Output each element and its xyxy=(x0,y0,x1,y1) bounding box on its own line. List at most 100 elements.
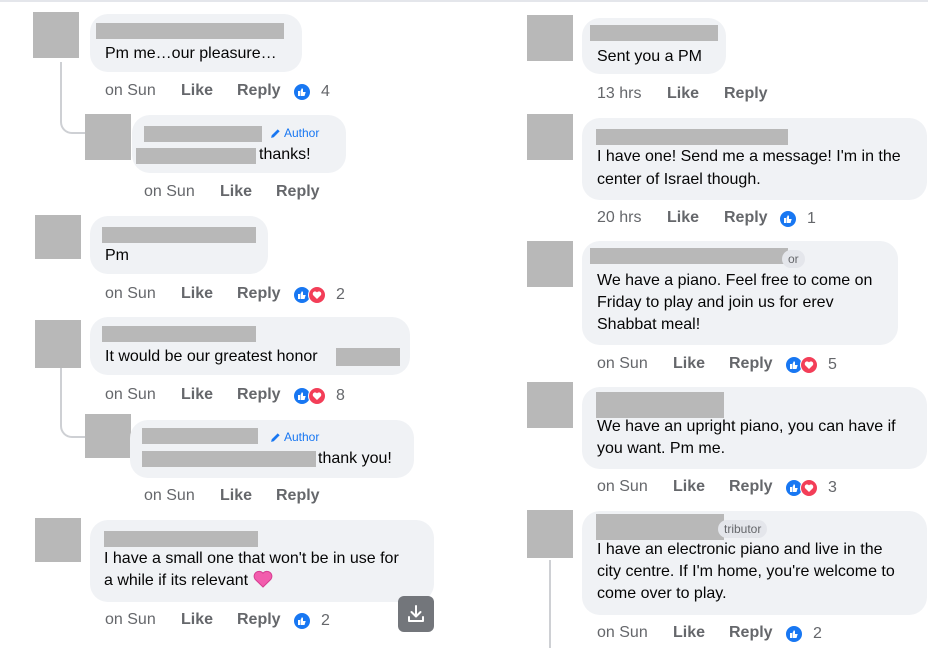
like-button[interactable]: Like xyxy=(673,622,705,644)
pencil-icon xyxy=(271,433,280,442)
author-badge: Author xyxy=(270,428,340,446)
like-button[interactable]: Like xyxy=(181,384,213,406)
reply-button[interactable]: Reply xyxy=(237,283,281,305)
comment-bubble: It would be our greatest honor xyxy=(90,317,410,375)
redacted-author-name[interactable] xyxy=(96,23,284,39)
avatar[interactable] xyxy=(35,215,81,259)
comment-text-line: We have an upright piano, you can have i… xyxy=(597,418,896,435)
thread-line xyxy=(549,560,551,648)
like-button[interactable]: Like xyxy=(667,207,699,229)
comment-text: Sent you a PM xyxy=(597,48,702,65)
comment-time[interactable]: on Sun xyxy=(597,622,648,644)
thread-line xyxy=(60,368,88,438)
like-button[interactable]: Like xyxy=(181,80,213,102)
top-divider xyxy=(0,0,928,2)
avatar[interactable] xyxy=(35,320,81,368)
author-badge: Author xyxy=(270,124,340,142)
redacted-author-name[interactable] xyxy=(142,428,258,444)
redacted-author-name[interactable] xyxy=(590,25,718,41)
comment-bubble: I have a small one that won't be in use … xyxy=(90,520,434,602)
heart-icon xyxy=(800,356,818,374)
reply-button[interactable]: Reply xyxy=(237,609,281,631)
comment-actions: on Sun Like Reply xyxy=(144,485,344,507)
like-button[interactable]: Like xyxy=(220,485,252,507)
reply-button[interactable]: Reply xyxy=(276,485,320,507)
reaction-count: 3 xyxy=(828,479,837,496)
reply-button[interactable]: Reply xyxy=(724,83,768,105)
comment-time[interactable]: 20 hrs xyxy=(597,207,641,229)
avatar[interactable] xyxy=(33,12,79,58)
reaction-count: 8 xyxy=(336,387,345,404)
comment-time[interactable]: on Sun xyxy=(105,384,156,406)
redacted-mention[interactable] xyxy=(142,451,316,467)
like-button[interactable]: Like xyxy=(181,609,213,631)
thumbs-up-icon xyxy=(779,210,797,228)
comment-time[interactable]: 13 hrs xyxy=(597,83,641,105)
comment-text-line: city centre. If I'm home, you're welcome… xyxy=(597,563,895,580)
comment-time[interactable]: on Sun xyxy=(597,476,648,498)
reply-button[interactable]: Reply xyxy=(729,353,773,375)
comment-time[interactable]: on Sun xyxy=(105,609,156,631)
reaction-count: 2 xyxy=(813,625,822,642)
redacted-author-name[interactable] xyxy=(590,248,788,264)
like-button[interactable]: Like xyxy=(181,283,213,305)
avatar[interactable] xyxy=(527,241,573,287)
comment-actions: on Sun Like Reply 3 xyxy=(597,476,857,498)
redacted-author-name[interactable] xyxy=(104,531,258,547)
avatar[interactable] xyxy=(527,510,573,558)
comment-actions: on Sun Like Reply 4 xyxy=(105,80,345,102)
redacted-author-name[interactable] xyxy=(596,129,788,145)
comment-text-line: I have one! Send me a message! I'm in th… xyxy=(597,148,901,165)
reply-button[interactable]: Reply xyxy=(729,622,773,644)
comment-text-line: come over to play. xyxy=(597,585,727,602)
avatar[interactable] xyxy=(527,15,573,61)
avatar[interactable] xyxy=(35,518,81,562)
reply-button[interactable]: Reply xyxy=(724,207,768,229)
comment-time[interactable]: on Sun xyxy=(144,485,195,507)
comment-text: Pm xyxy=(105,247,129,264)
comment-bubble: Pm xyxy=(90,216,268,274)
like-button[interactable]: Like xyxy=(673,476,705,498)
download-button[interactable] xyxy=(398,596,434,632)
comment-time[interactable]: on Sun xyxy=(597,353,648,375)
like-button[interactable]: Like xyxy=(220,181,252,203)
redacted-mention[interactable] xyxy=(336,348,400,366)
reply-button[interactable]: Reply xyxy=(237,384,281,406)
reaction-count: 1 xyxy=(807,210,816,227)
redacted-author-name[interactable] xyxy=(596,392,724,418)
contributor-badge: tributor xyxy=(718,520,768,538)
avatar[interactable] xyxy=(527,114,573,160)
avatar[interactable] xyxy=(85,114,131,160)
comment-actions: on Sun Like Reply 2 xyxy=(105,283,365,305)
redacted-author-name[interactable] xyxy=(596,514,724,540)
redacted-author-name[interactable] xyxy=(102,326,256,342)
like-button[interactable]: Like xyxy=(673,353,705,375)
heart-icon xyxy=(308,286,326,304)
comment-text-line: Shabbat meal! xyxy=(597,316,701,333)
comment-bubble: Sent you a PM xyxy=(582,18,726,74)
thumbs-up-icon xyxy=(293,612,311,630)
reply-button[interactable]: Reply xyxy=(237,80,281,102)
comment-actions: on Sun Like Reply 5 xyxy=(597,353,857,375)
redacted-author-name[interactable] xyxy=(144,126,262,142)
like-button[interactable]: Like xyxy=(667,83,699,105)
redacted-author-name[interactable] xyxy=(102,227,256,243)
comment-text-line: I have an electronic piano and live in t… xyxy=(597,541,883,558)
reply-text: thanks! xyxy=(259,146,311,163)
reaction-count: 2 xyxy=(321,612,330,629)
comment-time[interactable]: on Sun xyxy=(144,181,195,203)
reaction-count: 4 xyxy=(321,83,330,100)
thumbs-up-icon xyxy=(293,83,311,101)
pink-heart-emoji xyxy=(253,570,272,588)
comment-time[interactable]: on Sun xyxy=(105,80,156,102)
avatar[interactable] xyxy=(85,414,131,458)
download-icon xyxy=(408,605,424,622)
avatar[interactable] xyxy=(527,382,573,428)
reply-button[interactable]: Reply xyxy=(276,181,320,203)
comment-time[interactable]: on Sun xyxy=(105,283,156,305)
comment-text-line: Friday to play and join us for erev xyxy=(597,294,834,311)
redacted-mention[interactable] xyxy=(136,148,256,164)
reply-button[interactable]: Reply xyxy=(729,476,773,498)
comment-text-line: a while if its relevant xyxy=(104,570,273,593)
comment-text-line: We have a piano. Feel free to come on xyxy=(597,272,873,289)
